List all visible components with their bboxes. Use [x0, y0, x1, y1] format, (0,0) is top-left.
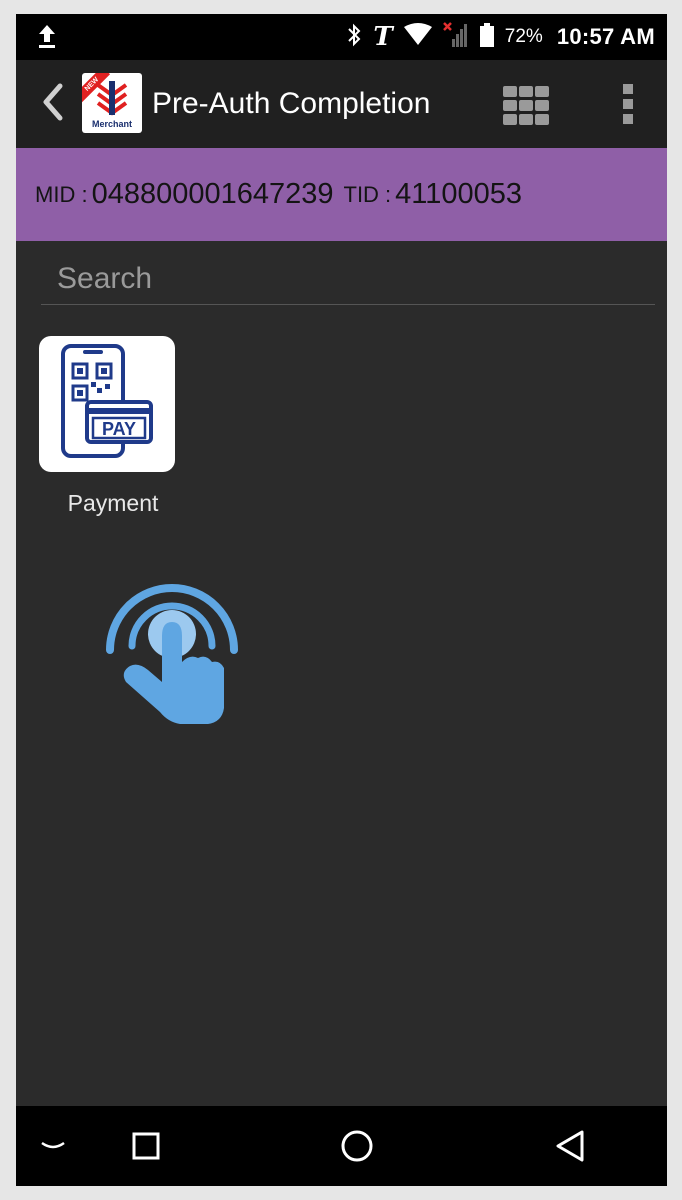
home-circle-icon[interactable]: [340, 1106, 374, 1186]
app-bar: NEW Merchant Pre-Auth Completion: [16, 60, 667, 148]
back-chevron-icon[interactable]: [40, 82, 64, 127]
mid-label: MID :: [35, 181, 88, 207]
clock: 10:57 AM: [556, 24, 655, 49]
bluetooth-icon: [345, 22, 363, 53]
battery-icon: [479, 22, 495, 53]
logo-merchant-label: Merchant: [91, 119, 132, 129]
page-title: Pre-Auth Completion: [152, 87, 431, 120]
merchant-ids-banner: MID : 048800001647239 TID : 41100053: [16, 148, 667, 241]
more-options-icon[interactable]: [622, 84, 634, 129]
app-logo: NEW Merchant: [82, 73, 142, 133]
status-icons: T 72% 10:57 AM: [345, 14, 655, 60]
status-bar: T 72% 10:57 AM: [16, 14, 667, 60]
search-box: [41, 256, 655, 305]
device-screen: T 72% 10:57 AM NEW Merchant Pre-Auth Com…: [16, 14, 667, 1186]
grid-view-icon[interactable]: [503, 86, 549, 131]
tid-label: TID :: [343, 181, 392, 207]
back-triangle-icon[interactable]: [554, 1106, 586, 1186]
battery-percent: 72%: [504, 26, 543, 47]
tid-value: 41100053: [395, 178, 523, 210]
search-input[interactable]: [41, 256, 655, 302]
no-signal-icon: [442, 21, 469, 54]
pay-badge-text: PAY: [102, 419, 136, 439]
recents-square-icon[interactable]: [132, 1106, 160, 1186]
upload-icon: [36, 23, 58, 54]
payment-tile[interactable]: PAY: [39, 336, 175, 472]
system-nav-bar: [16, 1106, 667, 1186]
tap-gesture-icon: [96, 562, 246, 739]
qr-phone-pay-icon: PAY: [61, 344, 153, 458]
carrier-icon: T: [373, 22, 393, 52]
payment-tile-label: Payment: [67, 490, 159, 516]
wifi-icon: [403, 22, 433, 52]
hide-keyboard-chevron-icon[interactable]: [40, 1106, 66, 1186]
mid-value: 048800001647239: [91, 178, 334, 210]
